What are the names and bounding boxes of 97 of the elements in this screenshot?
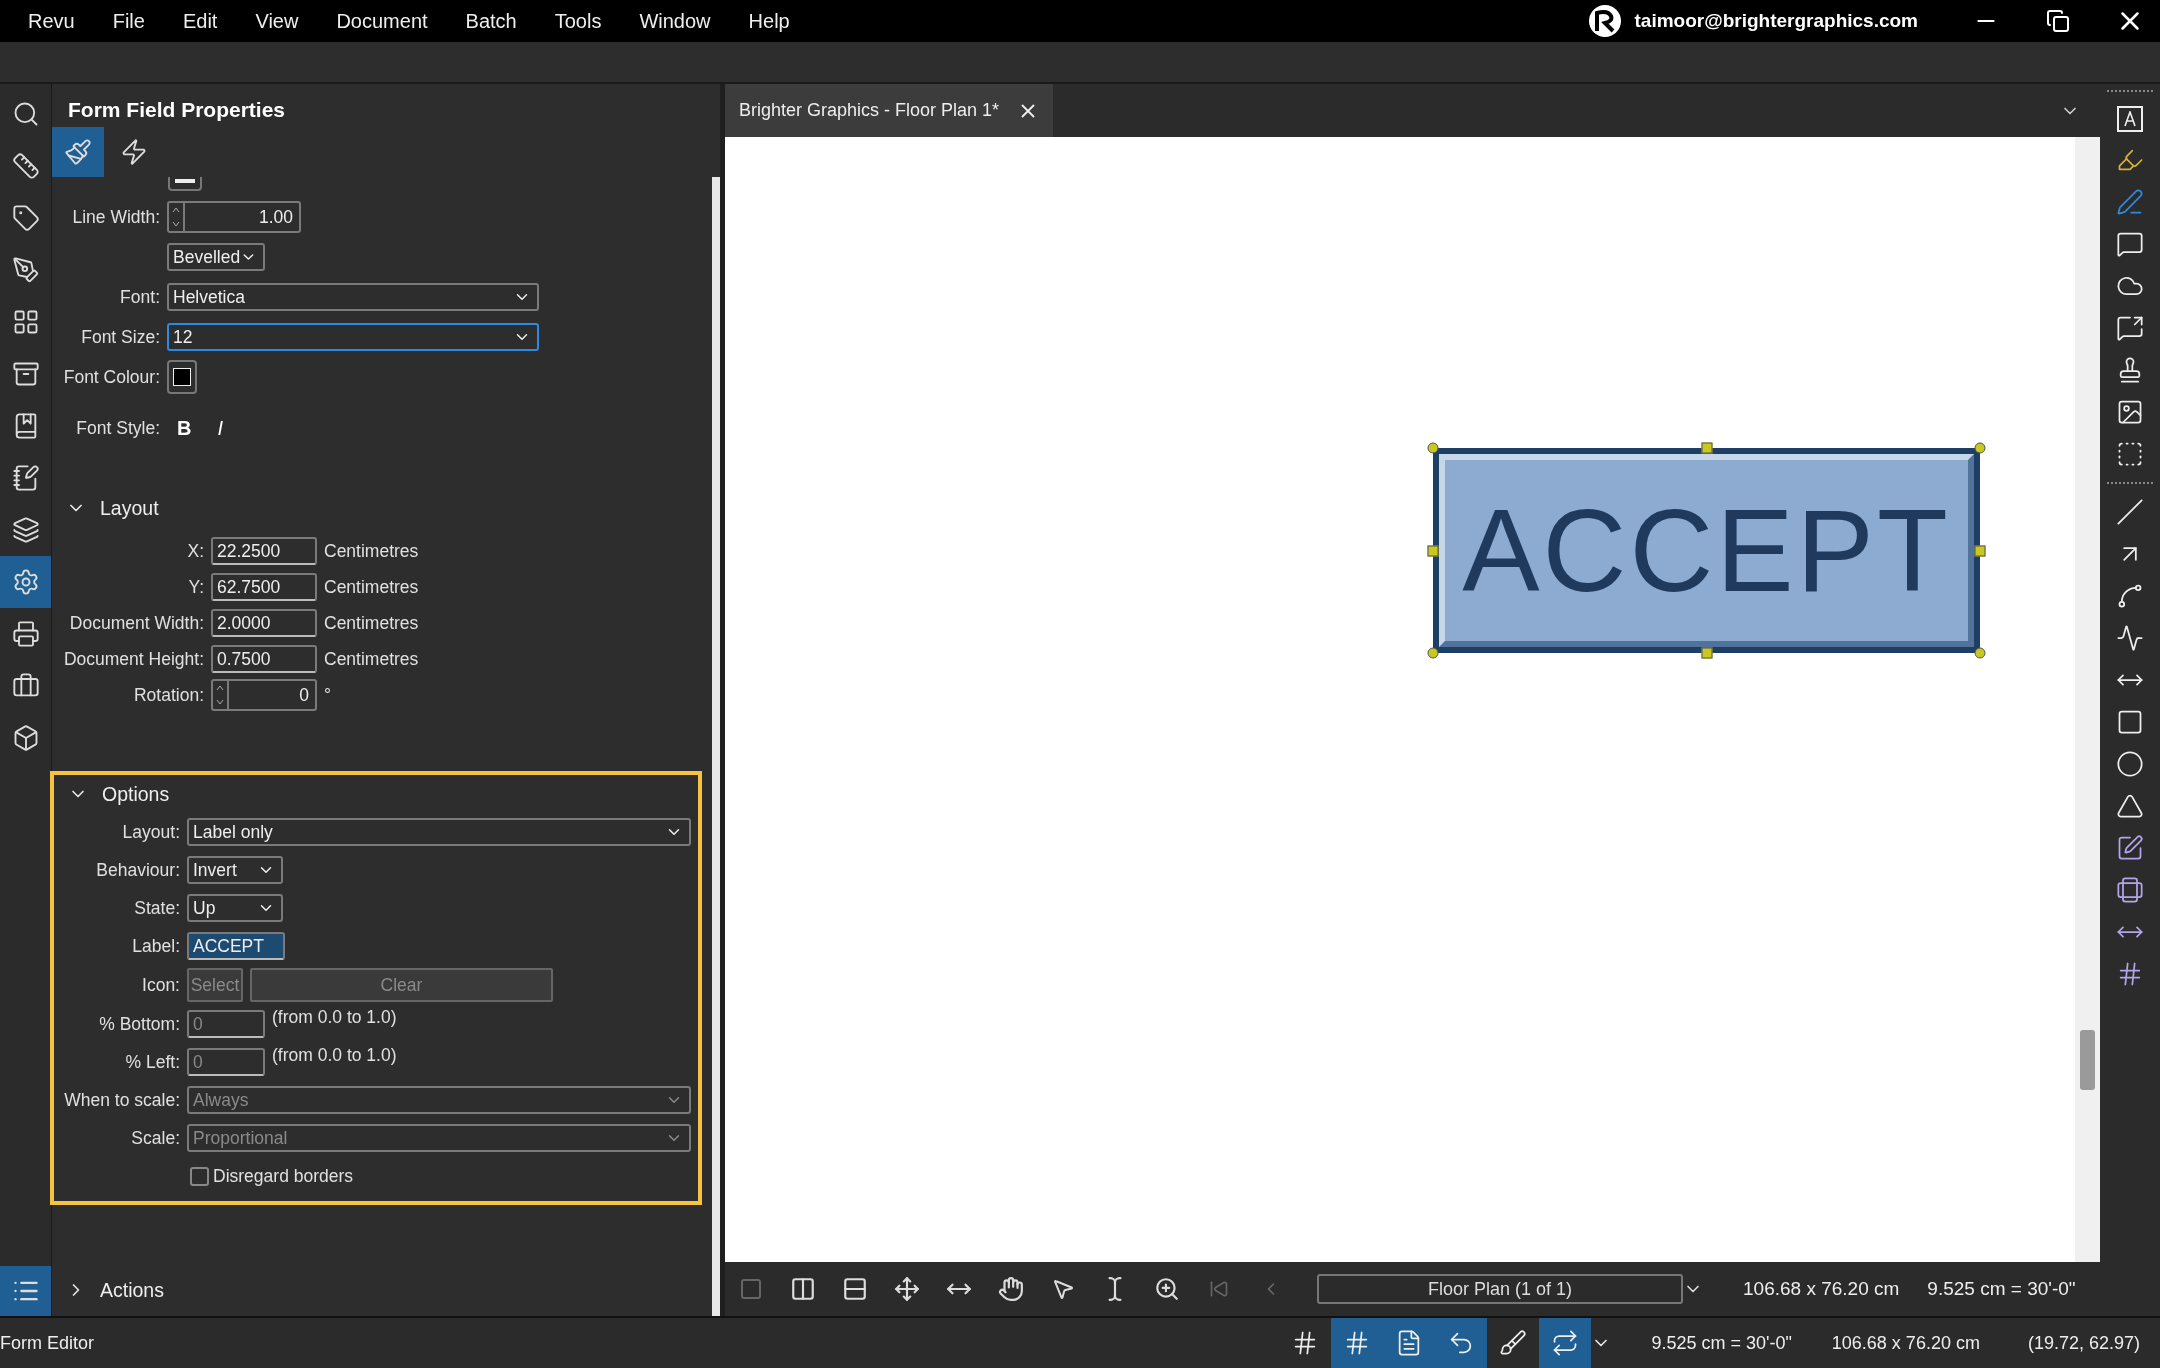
rectangle-icon[interactable] [2116, 708, 2144, 736]
selection-handle[interactable] [1974, 442, 1986, 454]
colour-picker[interactable] [167, 360, 197, 394]
field-label: When to scale: [63, 1089, 180, 1111]
selection-handle[interactable] [1974, 545, 1986, 556]
dropdown[interactable]: Helvetica [167, 283, 539, 311]
unit-label: Centimetres [324, 612, 420, 634]
menu-item[interactable]: Document [316, 9, 446, 33]
selection-handle[interactable] [1701, 442, 1712, 454]
image-icon[interactable] [2116, 398, 2144, 426]
field-label: Scale: [130, 1127, 180, 1149]
selection-handle[interactable] [1427, 647, 1439, 659]
menu-item[interactable]: View [235, 9, 317, 33]
page-size: 106.68 x 76.20 cm [1743, 1278, 1900, 1300]
logo-icon [1588, 4, 1623, 38]
input-field[interactable]: 0.7500 [211, 645, 317, 673]
selection-handle[interactable] [1427, 545, 1439, 556]
field-label: Font: [119, 286, 160, 308]
perimeter-icon[interactable] [2116, 876, 2144, 904]
checkbox[interactable] [190, 1166, 209, 1186]
input-field[interactable]: 2.0000 [211, 609, 317, 637]
dropdown[interactable]: 12 [167, 323, 539, 351]
mode-label: Form Editor [0, 1332, 95, 1354]
list-icon[interactable] [0, 1266, 51, 1316]
dashed-rectangle-icon[interactable] [2116, 440, 2144, 468]
form-button[interactable]: ACCEPT [1433, 448, 1980, 653]
range-hint: (from 0.0 to 1.0) [272, 1044, 398, 1066]
polyline-icon[interactable] [2116, 624, 2144, 652]
menu-item[interactable]: Batch [445, 9, 535, 33]
panel-title: Form Field Properties [67, 97, 287, 123]
scale-readout: 9.525 cm = 30'-0" [1651, 1332, 1792, 1354]
menu-item[interactable]: Help [728, 9, 808, 33]
menu-item[interactable]: Tools [534, 9, 620, 33]
unit-label: Centimetres [324, 540, 420, 562]
line-style-swatch[interactable] [168, 177, 202, 191]
options-section-header[interactable]: Options [54, 775, 698, 813]
field-label: State: [133, 897, 180, 919]
dropdown[interactable]: Up [187, 894, 283, 922]
arc-icon[interactable] [2116, 582, 2144, 610]
selection-handle[interactable] [1427, 442, 1439, 454]
scrollbar-thumb[interactable] [2080, 1030, 2095, 1090]
unit-label: Centimetres [324, 648, 420, 670]
dropdown[interactable]: Bevelled [167, 243, 265, 271]
input-field[interactable]: 62.7500 [211, 573, 317, 601]
unit-label: Centimetres [324, 576, 420, 598]
coordinates-readout: (19.72, 62.97) [2027, 1332, 2140, 1354]
field-label: Behaviour: [95, 859, 180, 881]
bold-button[interactable]: B [177, 416, 192, 440]
field-label: X: [186, 540, 204, 562]
field-label: Font Style: [75, 417, 160, 439]
selection-handle[interactable] [1974, 647, 1986, 659]
selection-handle[interactable] [1701, 647, 1712, 659]
document-tab[interactable]: Brighter Graphics - Floor Plan 1* [725, 84, 1054, 137]
dropdown[interactable]: Label only [187, 818, 691, 846]
layout-section-header[interactable]: Layout [52, 489, 712, 527]
snap-markup-icon[interactable] [1435, 1318, 1488, 1368]
actions-section-header[interactable]: Actions [52, 1271, 164, 1309]
field-label: Icon: [141, 974, 180, 996]
menu-item[interactable]: Window [619, 9, 729, 33]
input-field[interactable]: 22.2500 [211, 537, 317, 565]
sync-icon[interactable] [1539, 1318, 1592, 1368]
field-label: Label: [131, 935, 180, 957]
field-label: Document Width: [68, 612, 204, 634]
checkbox-label: Disregard borders [213, 1165, 354, 1187]
ellipse-icon[interactable] [2116, 750, 2144, 778]
snap-grid-icon[interactable] [1331, 1318, 1384, 1368]
italic-button[interactable]: I [217, 416, 223, 440]
page-scale: 9.525 cm = 30'-0" [1927, 1278, 2076, 1300]
field-label: Font Size: [80, 326, 160, 348]
account-email[interactable]: taimoor@brightergraphics.com [1634, 10, 1918, 32]
settings-icon[interactable] [0, 556, 51, 608]
menu-item[interactable]: Edit [162, 9, 236, 33]
menu-item[interactable]: Revu [8, 9, 93, 33]
field-label: Document Height: [62, 648, 204, 670]
polygon-icon[interactable] [2116, 792, 2144, 820]
number-spinner[interactable]: 0 [211, 679, 317, 711]
field-label: % Left: [124, 1051, 180, 1073]
menu-item[interactable]: File [92, 9, 163, 33]
line-icon[interactable] [2116, 498, 2144, 526]
unit-label: ° [324, 684, 332, 706]
text-box-icon[interactable] [2117, 106, 2143, 132]
range-hint: (from 0.0 to 1.0) [272, 1006, 398, 1028]
field-label: Y: [187, 576, 204, 598]
field-label: Line Width: [71, 206, 160, 228]
callout-icon[interactable] [2116, 230, 2144, 258]
field-label: Rotation: [132, 684, 204, 706]
page-navigator[interactable]: Floor Plan (1 of 1) [1317, 1274, 1683, 1304]
number-spinner[interactable]: 1.00 [167, 201, 301, 233]
dropdown[interactable]: Invert [187, 856, 283, 884]
brush-icon[interactable] [52, 127, 104, 177]
label-field[interactable]: ACCEPT [187, 932, 285, 960]
pen-icon[interactable] [2116, 188, 2144, 216]
field-label: Layout: [121, 821, 180, 843]
field-label: % Bottom: [98, 1013, 180, 1035]
size-readout: 106.68 x 76.20 cm [1831, 1332, 1980, 1354]
field-label: Font Colour: [62, 366, 160, 388]
area-measure-icon[interactable] [2116, 834, 2144, 862]
